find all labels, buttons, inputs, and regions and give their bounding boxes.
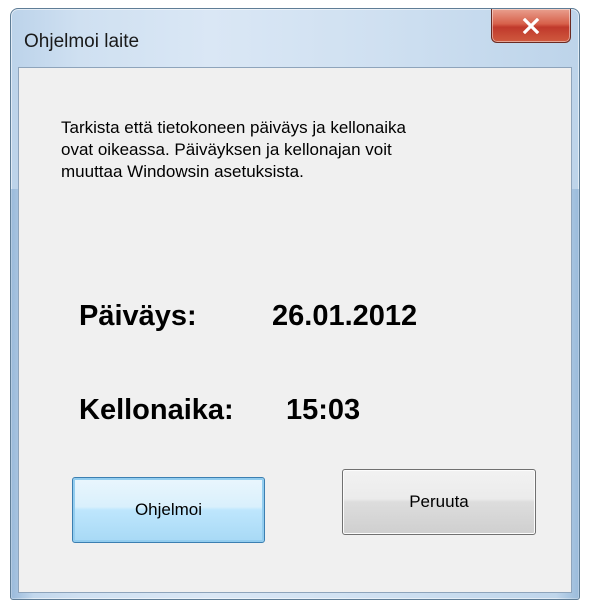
- time-value: 15:03: [286, 394, 361, 426]
- program-button-label: Ohjelmoi: [134, 500, 203, 519]
- date-label: Päiväys:: [79, 300, 197, 332]
- time-label: Kellonaika:: [79, 394, 234, 426]
- close-button[interactable]: [491, 9, 571, 43]
- date-value: 26.01.2012: [272, 300, 418, 332]
- close-icon: [522, 17, 540, 34]
- info-message: Tarkista että tietokoneen päiväys ja kel…: [61, 118, 406, 181]
- cancel-button[interactable]: Peruuta: [342, 469, 536, 535]
- window-title: Ohjelmoi laite: [24, 31, 140, 52]
- program-button[interactable]: Ohjelmoi: [72, 477, 265, 543]
- cancel-button-label: Peruuta: [409, 492, 469, 511]
